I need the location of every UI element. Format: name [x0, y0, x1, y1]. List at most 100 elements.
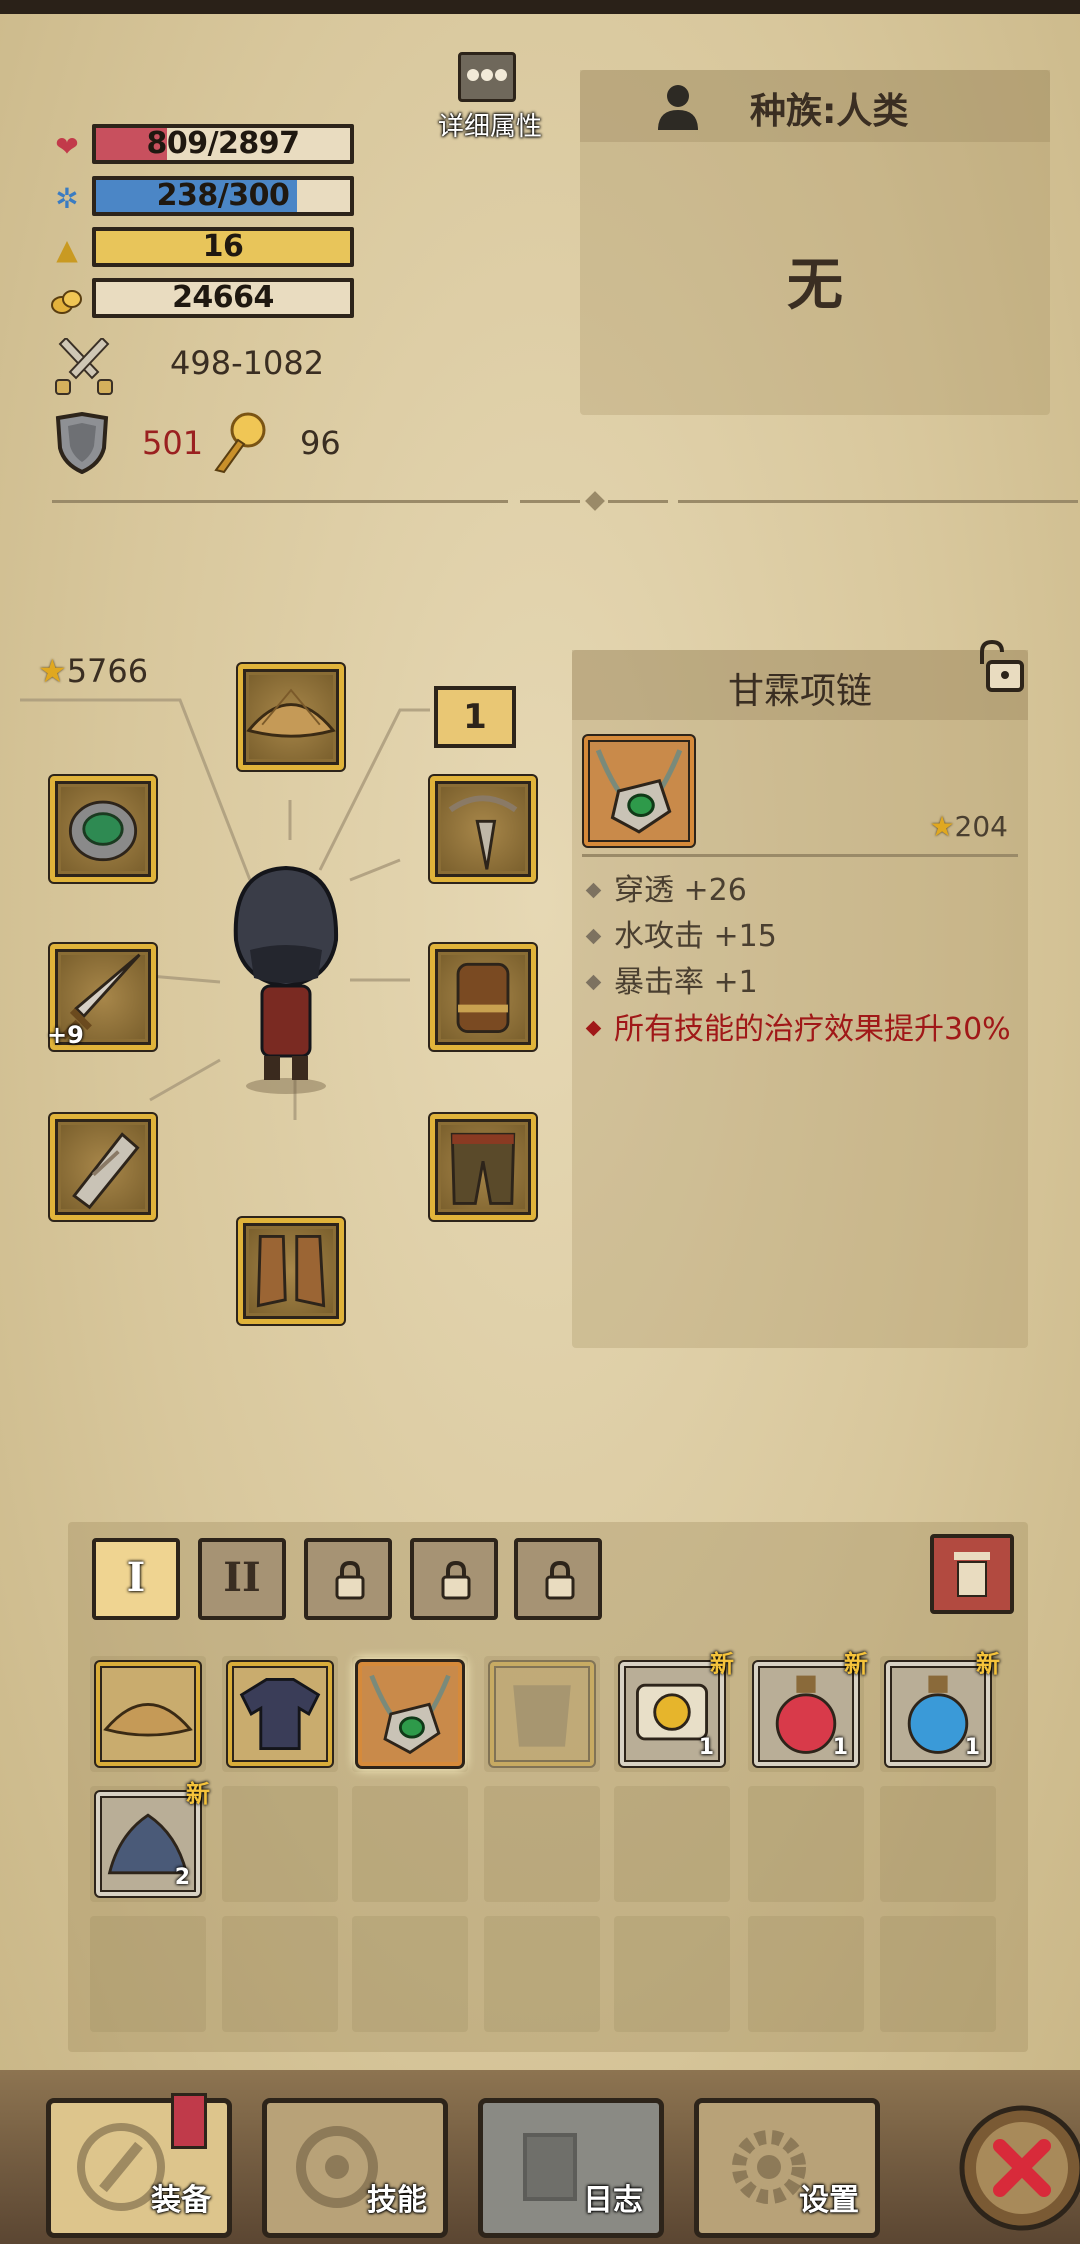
item-price: ★204 — [929, 810, 1008, 843]
hp-bar: 809/2897 — [92, 124, 354, 164]
tab-locked-4[interactable] — [410, 1538, 498, 1620]
item-detail-panel: 甘霖项链 ★204 穿透 +26 水攻击 +15 暴击率 +1 所有技能的治疗效… — [572, 639, 1028, 1348]
armor-icon — [513, 1685, 571, 1747]
slot-hat[interactable] — [238, 664, 344, 770]
shield-icon — [55, 412, 109, 474]
jade-ring-icon — [68, 800, 138, 862]
item-count: 1 — [964, 1735, 980, 1760]
inventory-cell[interactable] — [614, 1786, 730, 1902]
nav-skills[interactable]: 技能 — [262, 2098, 448, 2238]
inventory-cell[interactable] — [352, 1786, 468, 1902]
inventory-cell[interactable] — [222, 1786, 338, 1902]
straw-hat-icon — [246, 688, 336, 738]
tab-inventory-2[interactable]: II — [198, 1538, 286, 1620]
nav-settings[interactable]: 设置 — [694, 2098, 880, 2238]
item-count: 1 — [698, 1735, 714, 1760]
close-icon — [959, 2105, 1080, 2231]
close-button[interactable] — [950, 2088, 1080, 2238]
inventory-cell[interactable] — [90, 1916, 206, 2032]
gold-icon — [50, 286, 84, 316]
new-badge: 新 — [844, 1650, 868, 1678]
inventory-cell[interactable] — [748, 1916, 864, 2032]
slot-necklace[interactable] — [430, 776, 536, 882]
nav-equipment-label: 装备 — [151, 2183, 211, 2218]
boots-icon — [256, 1235, 326, 1308]
inventory-item-necklace-selected[interactable] — [358, 1662, 462, 1766]
item-count: 1 — [832, 1735, 848, 1760]
inventory-cell[interactable] — [614, 1916, 730, 2032]
weapon-upgrade-level: +9 — [47, 1021, 84, 1049]
attack-value: 498-1082 — [170, 344, 325, 382]
item-detail-icon — [584, 736, 694, 846]
inventory-item-ore[interactable]: 新 2 — [96, 1780, 210, 1896]
inventory-item-red-potion[interactable]: 新 1 — [754, 1650, 868, 1766]
inventory-cell[interactable] — [880, 1916, 996, 2032]
new-badge: 新 — [710, 1650, 734, 1678]
item-attribute: 水攻击 +15 — [584, 914, 1024, 960]
item-attributes: 穿透 +26 水攻击 +15 暴击率 +1 所有技能的治疗效果提升30% — [584, 868, 1024, 1050]
inventory-cell[interactable] — [222, 1916, 338, 2032]
item-attribute: 暴击率 +1 — [584, 960, 1024, 1006]
inventory-item-scroll[interactable]: 新 1 — [620, 1650, 734, 1766]
nav-equipment[interactable]: 装备 — [46, 2093, 232, 2238]
inventory-cell[interactable] — [880, 1786, 996, 1902]
defense-row: 501 96 — [50, 412, 370, 482]
tab-locked-3[interactable] — [304, 1538, 392, 1620]
inventory-cell[interactable] — [484, 1916, 600, 2032]
inventory-item-robe[interactable] — [228, 1662, 332, 1766]
heart-icon: ❤ — [55, 130, 79, 163]
unlock-icon[interactable] — [972, 638, 1028, 694]
nav-settings-label: 设置 — [799, 2183, 859, 2218]
person-icon — [658, 85, 698, 130]
race-label: 种族:人类 — [750, 91, 909, 132]
magic-value: 96 — [300, 424, 341, 462]
gold-bar: 24664 — [92, 278, 354, 318]
inventory-item-hat[interactable] — [96, 1662, 200, 1766]
trash-button[interactable] — [930, 1534, 1014, 1614]
level-row: ▲ 16 — [50, 227, 360, 271]
inventory-cell[interactable] — [748, 1786, 864, 1902]
attack-row: 498-1082 — [50, 338, 370, 398]
item-name: 甘霖项链 — [727, 671, 872, 712]
mp-row: ✲ 238/300 — [50, 176, 360, 220]
inventory-item-faded-armor[interactable] — [490, 1662, 594, 1766]
trash-icon — [954, 1552, 990, 1597]
ellipsis-icon — [458, 52, 516, 102]
slot-ring[interactable] — [50, 776, 156, 882]
slot-gloves[interactable] — [50, 1114, 156, 1220]
inventory-item-blue-potion[interactable]: 新 1 — [886, 1650, 1000, 1766]
slot-weapon[interactable]: +9 — [47, 944, 156, 1050]
triangle-icon: ▲ — [56, 233, 78, 266]
race-panel: 种族:人类 无 — [580, 70, 1050, 415]
race-value: 无 — [787, 253, 843, 318]
tab-inventory-1[interactable]: I — [92, 1538, 180, 1620]
mp-bar: 238/300 — [92, 176, 354, 216]
item-header: 甘霖项链 — [572, 650, 1028, 720]
slot-pants[interactable] — [430, 1114, 536, 1220]
bookmark-ribbon — [171, 2093, 207, 2149]
inventory-cell[interactable] — [352, 1916, 468, 2032]
equipment-level-box: 1 — [434, 686, 516, 748]
slot-boots[interactable] — [238, 1218, 344, 1324]
straw-hat-icon — [103, 1703, 193, 1737]
necklace-icon — [369, 1674, 451, 1755]
hp-text: 809/2897 — [146, 126, 300, 161]
item-price-value: 204 — [954, 810, 1008, 843]
padlock-icon — [441, 1560, 471, 1600]
pants-icon — [450, 1132, 516, 1205]
necklace-icon — [595, 749, 683, 834]
gear-mana-icon: ✲ — [55, 182, 79, 215]
inventory-cell[interactable] — [484, 1786, 600, 1902]
nav-log[interactable]: 日志 — [478, 2098, 664, 2238]
gold-text: 24664 — [172, 280, 274, 315]
tab-locked-5[interactable] — [514, 1538, 602, 1620]
race-header: 种族:人类 — [580, 70, 1050, 142]
mp-text: 238/300 — [156, 178, 290, 213]
nav-skills-label: 技能 — [367, 2183, 427, 2218]
tab-label: II — [223, 1554, 261, 1601]
gold-row: 24664 — [50, 278, 360, 322]
detail-attributes-button[interactable]: 详细属性 — [438, 52, 542, 142]
slot-armor[interactable] — [430, 944, 536, 1050]
defense-value: 501 — [142, 424, 204, 462]
new-badge: 新 — [186, 1780, 210, 1808]
